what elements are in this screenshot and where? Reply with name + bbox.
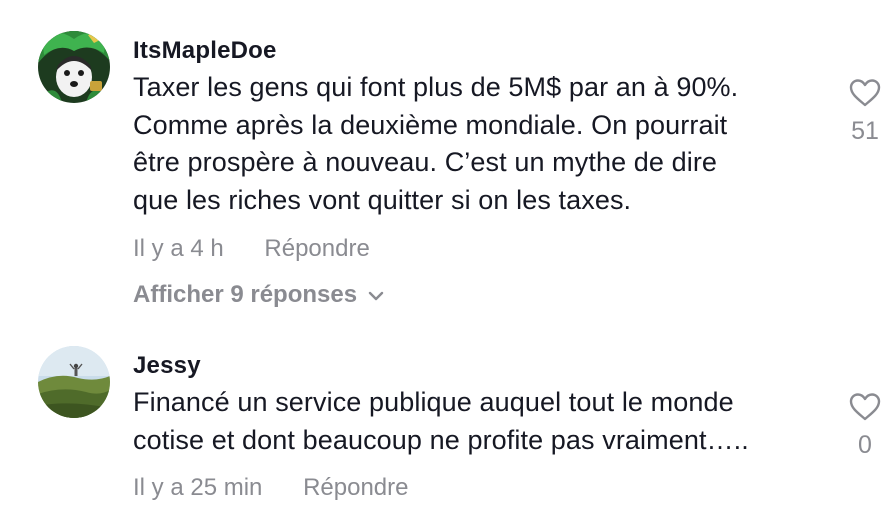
comment-text-line: être prospère à nouveau. C’est un mythe …	[133, 147, 718, 177]
comment-text: Financé un service publique auquel tout …	[133, 384, 823, 459]
avatar-image	[38, 346, 110, 418]
comment-timestamp: Il y a 25 min	[133, 474, 263, 501]
comment-username[interactable]: ItsMapleDoe	[133, 37, 277, 65]
chevron-down-icon	[367, 281, 385, 309]
view-replies-label: Afficher 9 réponses	[133, 281, 358, 308]
comment-text-line: Taxer les gens qui font plus de 5M$ par …	[133, 72, 739, 102]
avatar[interactable]	[38, 31, 110, 103]
avatar-image	[38, 31, 110, 103]
comment-text-line: que les riches vont quitter si on les ta…	[133, 184, 632, 215]
like-button[interactable]: 0	[840, 392, 890, 460]
comment-text-line: Comme après la deuxième mondiale. On pou…	[133, 109, 728, 140]
like-button[interactable]: 51	[840, 78, 890, 146]
comment-text-line: cotise et dont beaucoup ne profite pas v…	[133, 424, 749, 455]
comment-text: Taxer les gens qui font plus de 5M$ par …	[133, 69, 823, 219]
comment-text-line: Financé un service publique auquel tout …	[133, 387, 734, 417]
comment-meta: Il y a 25 min Répondre	[133, 474, 408, 502]
like-count: 51	[851, 117, 879, 145]
avatar[interactable]	[38, 346, 110, 418]
like-count: 0	[858, 431, 872, 459]
heart-outline-icon	[840, 392, 890, 427]
comment-username[interactable]: Jessy	[133, 352, 201, 380]
heart-outline-icon	[840, 78, 890, 113]
comment-meta: Il y a 4 h Répondre	[133, 235, 370, 263]
view-replies-button[interactable]: Afficher 9 réponses	[133, 281, 385, 309]
comment-timestamp: Il y a 4 h	[133, 235, 224, 262]
reply-button[interactable]: Répondre	[303, 474, 408, 502]
reply-button[interactable]: Répondre	[264, 235, 369, 263]
